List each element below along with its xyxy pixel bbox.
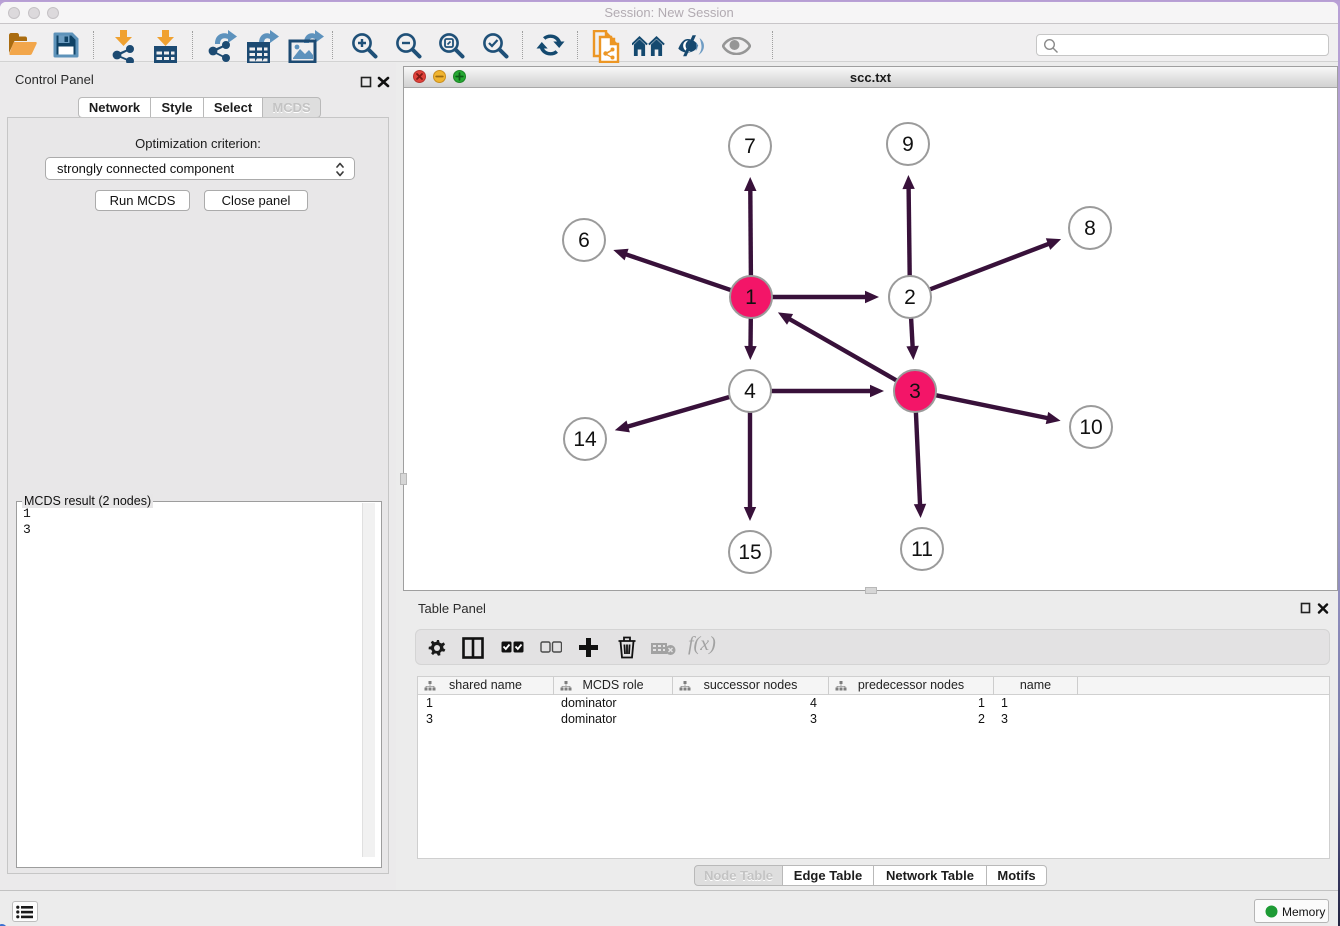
- svg-text:9: 9: [902, 133, 914, 156]
- svg-text:14: 14: [573, 428, 597, 451]
- svg-text:7: 7: [744, 135, 756, 158]
- svg-text:3: 3: [909, 380, 921, 403]
- svg-text:4: 4: [744, 380, 756, 403]
- svg-text:8: 8: [1084, 217, 1096, 240]
- svg-text:10: 10: [1079, 416, 1102, 439]
- svg-text:1: 1: [745, 286, 757, 309]
- svg-text:2: 2: [904, 286, 916, 309]
- svg-text:15: 15: [738, 541, 761, 564]
- svg-text:6: 6: [578, 229, 590, 252]
- svg-text:11: 11: [911, 538, 933, 561]
